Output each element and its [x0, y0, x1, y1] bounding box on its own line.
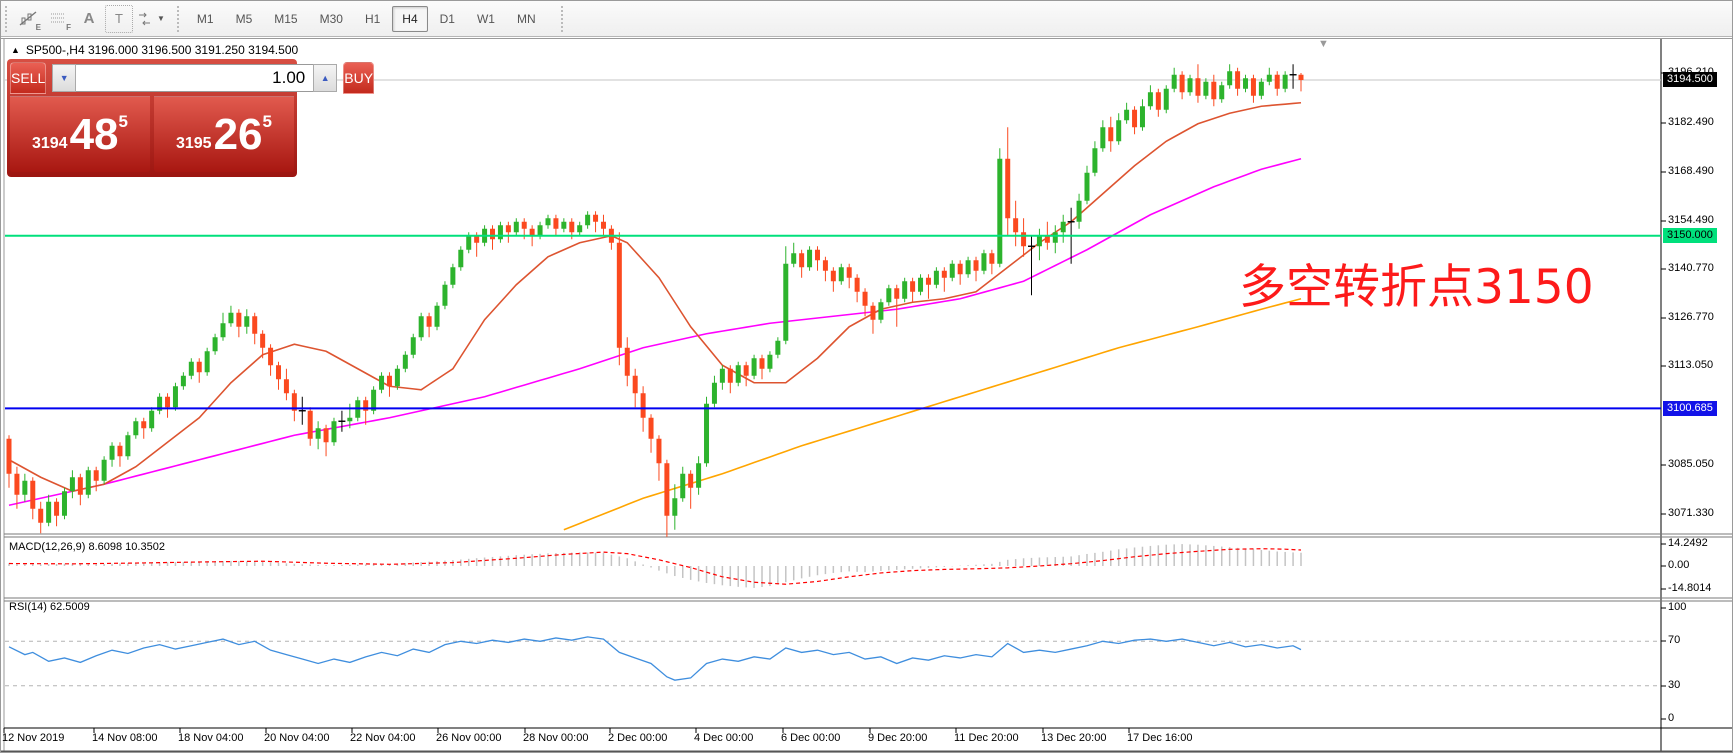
time-axis-label: 20 Nov 04:00: [264, 732, 329, 744]
price-axis-tick: 3085.050: [1668, 458, 1714, 470]
time-axis-label: 6 Dec 00:00: [781, 732, 840, 744]
buy-button[interactable]: BUY: [343, 62, 374, 94]
ma-mid-line: [9, 159, 1301, 506]
toolbar-drag-handle[interactable]: [5, 6, 10, 32]
indicators-chart-icon[interactable]: E: [15, 5, 43, 33]
grid-periods-icon[interactable]: F: [45, 5, 73, 33]
macd-signal-line: [9, 549, 1301, 585]
timeframe-button-m5[interactable]: M5: [226, 6, 263, 32]
time-axis-label: 9 Dec 20:00: [868, 732, 927, 744]
sell-price-big: 48: [70, 113, 119, 157]
time-axis-label: 17 Dec 16:00: [1127, 732, 1192, 744]
trading-platform-window: E F A T ▼ M1M5M15M30H1H4D1W1MN ▲ SP500-,…: [0, 0, 1733, 753]
price-axis-tick: 3140.770: [1668, 262, 1714, 274]
chart-shift-marker-icon: ▼: [1318, 38, 1329, 50]
time-axis-label: 22 Nov 04:00: [350, 732, 415, 744]
rsi-indicator-label: RSI(14) 62.5009: [9, 601, 90, 613]
timeframe-button-h1[interactable]: H1: [355, 6, 390, 32]
cursor-arrows-icon[interactable]: ▼: [135, 5, 166, 33]
sell-price-sup: 5: [119, 112, 128, 132]
text-label-icon[interactable]: A: [75, 5, 103, 33]
timeframe-button-m30[interactable]: M30: [310, 6, 353, 32]
rsi-axis-tick: 70: [1668, 634, 1680, 646]
symbol-ohlc-text: SP500-,H4 3196.000 3196.500 3191.250 319…: [26, 43, 298, 57]
timeframe-button-m15[interactable]: M15: [264, 6, 307, 32]
toolbar-end-separator: [561, 6, 566, 32]
price-axis-tick: 3154.490: [1668, 214, 1714, 226]
timeframe-button-mn[interactable]: MN: [507, 6, 546, 32]
price-axis-tick: 3168.490: [1668, 165, 1714, 177]
symbol-caret-icon: ▲: [11, 45, 20, 55]
price-axis-tick: 3113.050: [1668, 359, 1713, 371]
time-axis-label: 28 Nov 00:00: [523, 732, 588, 744]
macd-axis-tick: -14.8014: [1668, 582, 1711, 594]
time-axis-label: 14 Nov 08:00: [92, 732, 157, 744]
timeframe-button-h4[interactable]: H4: [392, 6, 427, 32]
time-axis-label: 18 Nov 04:00: [178, 732, 243, 744]
price-axis-tick: 3126.770: [1668, 311, 1714, 323]
buy-price-big: 26: [214, 113, 263, 157]
toolbar: E F A T ▼ M1M5M15M30H1H4D1W1MN: [1, 1, 1733, 37]
rsi-axis-tick: 0: [1668, 712, 1674, 724]
time-axis-label: 13 Dec 20:00: [1041, 732, 1106, 744]
rsi-axis-tick: 100: [1668, 601, 1686, 613]
volume-increase-button[interactable]: ▲: [313, 64, 337, 92]
volume-input[interactable]: [76, 64, 313, 92]
sell-button[interactable]: SELL: [10, 62, 46, 94]
chart-surface[interactable]: ▲ SP500-,H4 3196.000 3196.500 3191.250 3…: [1, 38, 1733, 753]
rsi-line: [9, 637, 1301, 680]
macd-indicator-label: MACD(12,26,9) 8.6098 10.3502: [9, 541, 165, 553]
one-click-trade-panel: SELL ▼ ▲ BUY 3194 48 5 3195 26 5: [7, 59, 297, 177]
blue-line-badge: 3100.685: [1663, 401, 1717, 416]
buy-price-tile[interactable]: 3195 26 5: [154, 96, 294, 172]
sell-price-tile[interactable]: 3194 48 5: [10, 96, 150, 172]
time-axis-label: 2 Dec 00:00: [608, 732, 667, 744]
rsi-axis-tick: 30: [1668, 679, 1680, 691]
chart-annotation-text: 多空转折点3150: [1239, 248, 1594, 317]
current-price-badge: 3194.500: [1663, 72, 1717, 87]
price-axis-tick: 3182.490: [1668, 116, 1714, 128]
timeframe-buttons: M1M5M15M30H1H4D1W1MN: [186, 6, 547, 32]
volume-decrease-button[interactable]: ▼: [52, 64, 76, 92]
buy-price-prefix: 3195: [176, 135, 212, 153]
symbol-header: ▲ SP500-,H4 3196.000 3196.500 3191.250 3…: [11, 43, 298, 57]
time-axis-label: 26 Nov 00:00: [436, 732, 501, 744]
time-axis-label: 11 Dec 20:00: [954, 732, 1019, 744]
price-axis-tick: 3071.330: [1668, 507, 1714, 519]
text-box-icon[interactable]: T: [105, 5, 133, 33]
time-axis-label: 12 Nov 2019: [2, 732, 64, 744]
timeframe-button-w1[interactable]: W1: [467, 6, 505, 32]
macd-axis-tick: 14.2492: [1668, 537, 1708, 549]
time-axis-label: 4 Dec 00:00: [694, 732, 753, 744]
timeframe-button-d1[interactable]: D1: [430, 6, 465, 32]
timeframe-button-m1[interactable]: M1: [187, 6, 224, 32]
sell-price-prefix: 3194: [32, 135, 68, 153]
green-line-badge: 3150.000: [1663, 228, 1717, 243]
toolbar-group-separator: [177, 6, 182, 32]
buy-price-sup: 5: [263, 112, 272, 132]
macd-axis-tick: 0.00: [1668, 559, 1689, 571]
